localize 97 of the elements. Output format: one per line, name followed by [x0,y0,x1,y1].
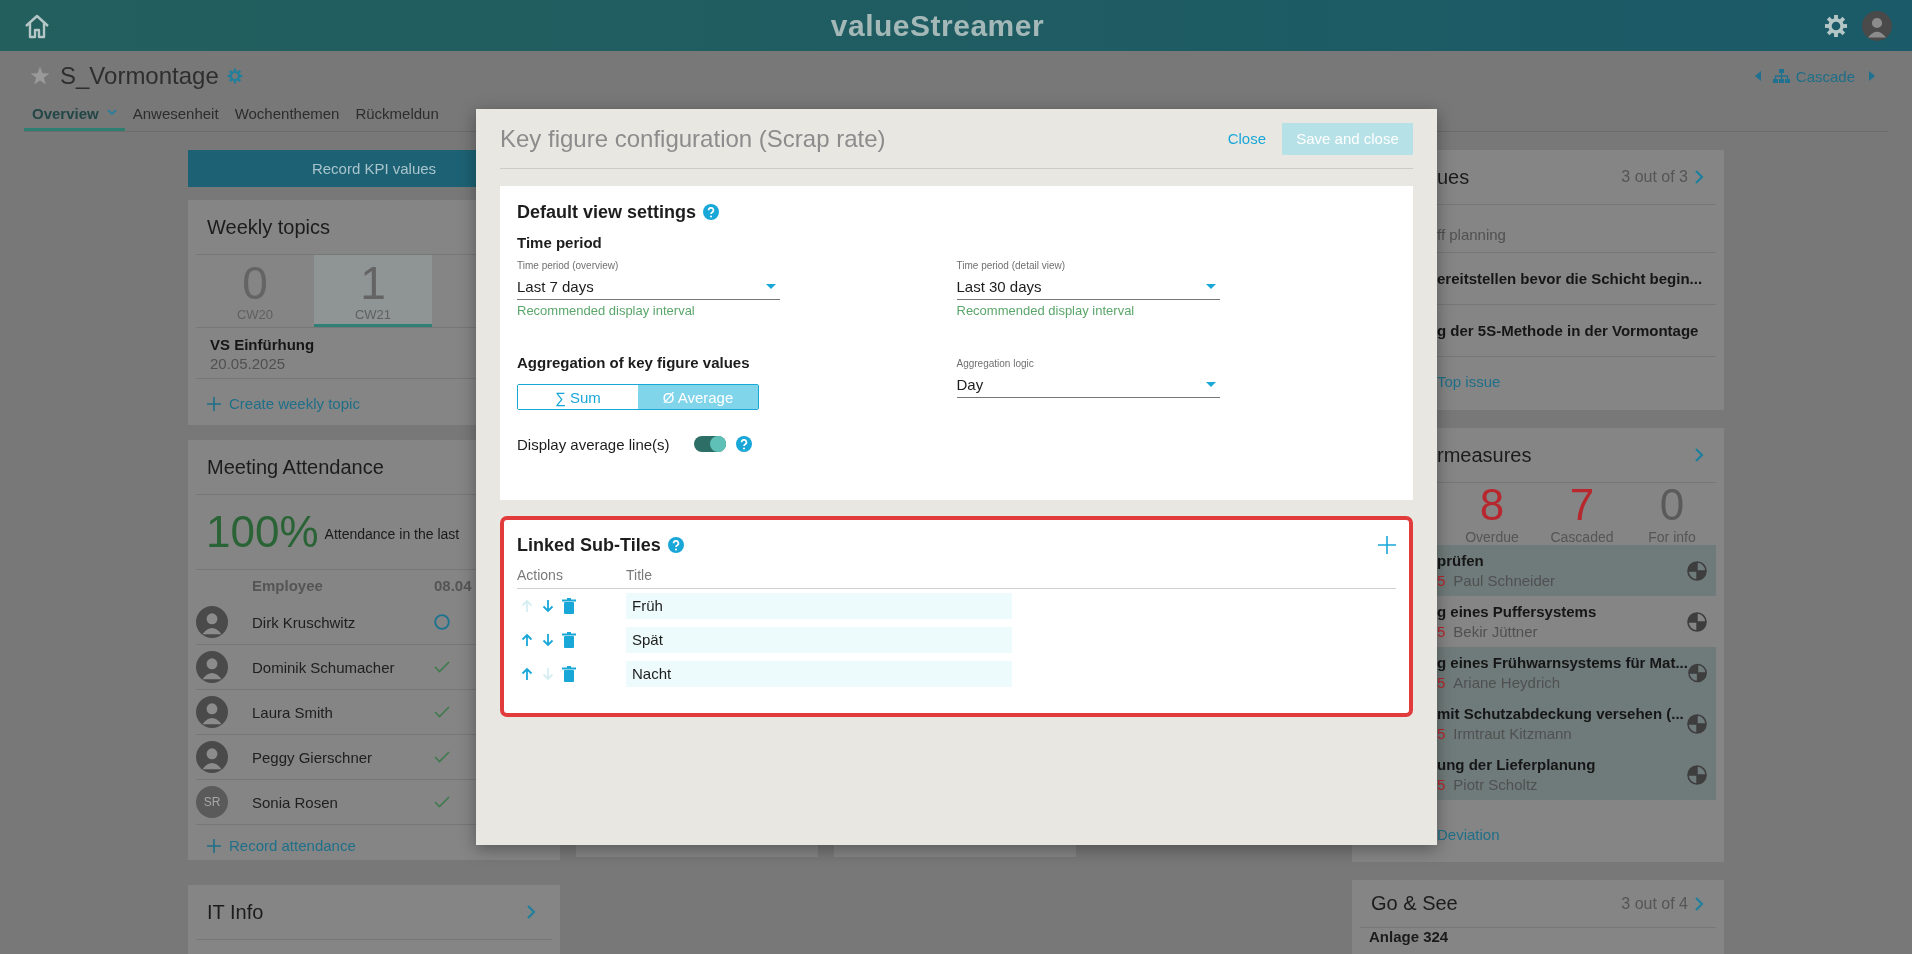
due-date: 5 [1437,572,1446,589]
card-title: ues [1437,165,1470,189]
tab[interactable]: Anwesenheit [124,101,227,131]
due-date: 5 [1437,623,1446,640]
progress-pie-icon [1687,560,1707,581]
due-date: 5 [1437,674,1446,691]
section-title: Linked Sub-Tiles [517,534,661,556]
caret-right-icon[interactable] [1869,71,1875,81]
card-title: Meeting Attendance [207,455,384,479]
help-icon[interactable] [735,436,752,452]
dropdown-field[interactable]: Day [956,372,1220,398]
check-icon[interactable] [434,796,450,808]
progress-pie-icon [1687,662,1707,683]
close-link[interactable]: Close [1227,130,1266,147]
caret-icon [1205,284,1216,289]
avatar [196,651,228,683]
avatar[interactable] [1862,10,1892,41]
issue-title[interactable]: ereitstellen bevor die Schicht begin... [1437,270,1703,287]
tab[interactable]: Rückmeldun [347,101,447,131]
delete-icon[interactable] [562,632,576,648]
plus-icon[interactable] [207,396,221,411]
caret-icon [106,109,117,116]
measure-title: prüfen [1437,552,1485,569]
title-field[interactable]: Früh [626,593,1012,619]
avatar [196,741,228,773]
settings-icon[interactable] [1824,13,1848,38]
page-title: S_Vormontage [60,62,219,90]
check-icon[interactable] [434,661,450,673]
hint-text: Recommended display interval [517,303,696,318]
logo: valueStreamer [829,8,1046,43]
card-title: Go & See [1371,892,1458,915]
field-label: Time period (overview) [517,260,620,273]
hint-text: Recommended display interval [956,303,1136,318]
employee-name: Laura Smith [252,703,334,721]
employee-name: Dirk Kruschwitz [252,613,357,631]
subheading: Aggregation of key figure values [517,354,751,372]
tab[interactable]: Overview [24,101,125,131]
home-icon[interactable] [23,12,51,39]
column-header: Actions [517,567,564,583]
help-icon[interactable] [703,204,720,220]
chevron-right-icon[interactable] [1694,895,1704,912]
dropdown-field[interactable]: Last 30 days [956,274,1220,300]
check-icon[interactable] [434,706,450,718]
plus-icon[interactable] [207,838,221,853]
attendance-caption: Attendance in the last [324,526,460,542]
attendance-rate: 100% [206,507,319,557]
employee-name: Sonia Rosen [252,793,339,811]
hierarchy-icon [1772,69,1790,83]
caret-icon [1205,382,1216,387]
arrow-down-icon[interactable] [541,599,555,613]
chevron-right-icon[interactable] [526,904,536,920]
field-label: Time period (detail view) [956,260,1067,273]
toggle-switch[interactable] [693,436,726,452]
field-label: Aggregation logic [956,358,1035,371]
column-header: Title [626,567,652,583]
due-date: 5 [1437,776,1446,793]
progress-pie-icon [1687,764,1707,785]
check-icon[interactable] [434,751,450,763]
chevron-right-icon[interactable] [1694,169,1704,185]
measure-title: mit Schutzabdeckung versehen (... [1437,705,1685,722]
measure-title: g eines Frühwarnsystems für Mat... [1437,654,1688,671]
delete-icon[interactable] [562,598,576,614]
circle-icon[interactable] [434,614,450,630]
card-title: Weekly topics [207,215,330,239]
toggle-label: Display average line(s) [517,435,670,453]
arrow-down-icon[interactable] [541,633,555,647]
measure-title: ung der Lieferplanung [1437,756,1597,773]
section-title: Default view settings [517,201,697,223]
delete-icon[interactable] [562,666,576,682]
subheading: Time period [517,234,603,252]
arrow-up-icon[interactable] [520,667,534,681]
help-icon[interactable] [667,537,684,553]
avatar [196,696,228,728]
progress-pie-icon [1687,713,1707,734]
add-icon[interactable] [1378,536,1396,554]
dialog-title: Key figure configuration (Scrap rate) [500,124,887,153]
progress-pie-icon [1687,611,1707,632]
caret-left-icon[interactable] [1754,71,1761,81]
employee-name: Dominik Schumacher [252,658,396,676]
issue-title[interactable]: g der 5S-Methode in der Vormontage [1437,322,1699,339]
card-title: rmeasures [1437,443,1532,467]
chevron-right-icon[interactable] [1694,447,1704,463]
title-field[interactable]: Nacht [626,661,1012,687]
tab[interactable]: Wochenthemen [226,101,348,131]
card-title: IT Info [207,900,264,924]
caret-icon [766,284,776,289]
star-icon[interactable] [30,66,50,86]
dropdown-field[interactable]: Last 7 days [517,274,780,300]
arrow-up-icon[interactable] [520,633,534,647]
avatar [196,606,228,638]
employee-name: Peggy Gierschner [252,748,374,766]
segment-button[interactable]: Ø Average [638,385,758,409]
due-date: 5 [1437,725,1446,742]
avatar: SR [196,786,228,818]
item-title[interactable]: Anlage 324 [1352,928,1724,945]
measure-title: g eines Puffersystems [1437,603,1598,620]
title-field[interactable]: Spät [626,627,1012,653]
